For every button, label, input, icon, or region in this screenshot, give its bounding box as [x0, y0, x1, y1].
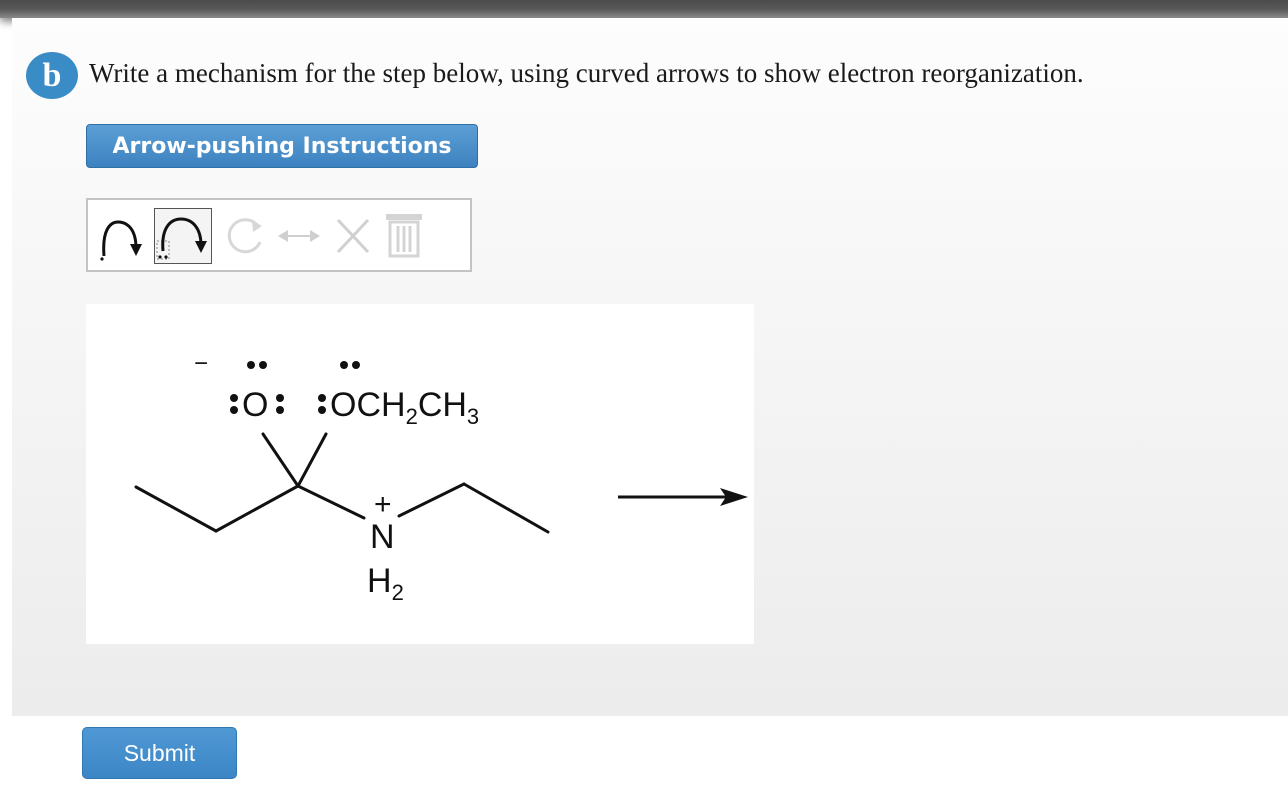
- ethoxy-group: OCH2CH3: [330, 386, 479, 429]
- rotate-icon[interactable]: [222, 212, 268, 260]
- reaction-arrow: [618, 488, 748, 506]
- double-arrow-icon[interactable]: [274, 220, 324, 252]
- curved-arrow-lone-pair-icon[interactable]: [154, 208, 212, 264]
- trash-icon[interactable]: [382, 210, 426, 260]
- question-text: Write a mechanism for the step below, us…: [89, 58, 1084, 88]
- oxyanion-oxygen: O: [242, 386, 268, 424]
- nitrogen-atom: N: [370, 518, 395, 556]
- nitrogen-charge: +: [374, 488, 392, 521]
- submit-button[interactable]: Submit: [82, 727, 237, 779]
- oxyanion-charge: −: [194, 350, 208, 377]
- window-top-bar: [0, 0, 1288, 18]
- mechanism-canvas[interactable]: − O OCH2CH3 + N H2: [86, 304, 754, 644]
- part-badge: b: [26, 52, 78, 99]
- nitrogen-hydrogens: H2: [367, 562, 404, 605]
- curved-arrow-icon[interactable]: [96, 210, 146, 262]
- carbon-skeleton: [134, 432, 550, 534]
- arrow-pushing-instructions-button[interactable]: Arrow-pushing Instructions: [86, 124, 478, 168]
- arrow-toolbar: [86, 198, 472, 272]
- delete-x-icon[interactable]: [330, 212, 376, 260]
